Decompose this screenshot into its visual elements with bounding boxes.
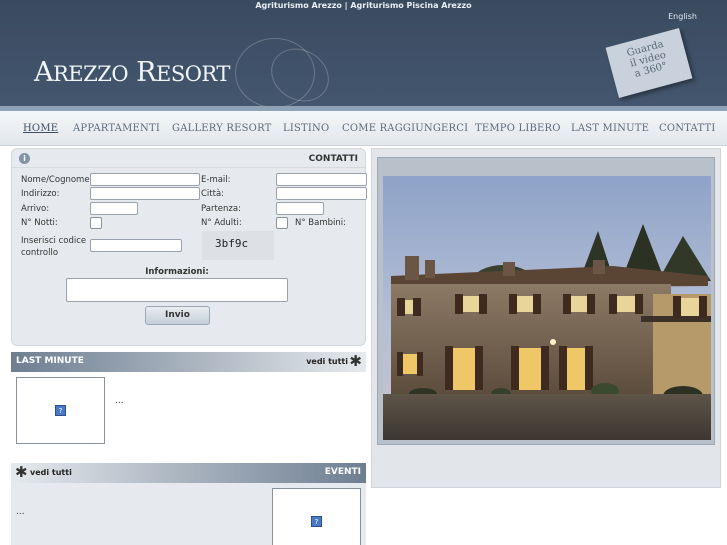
address-field[interactable] <box>90 187 200 200</box>
nav-last-minute[interactable]: LAST MINUTE <box>571 123 649 134</box>
nav-contatti[interactable]: CONTATTI <box>659 123 715 134</box>
children-label: N° Bambini: <box>295 218 346 228</box>
broken-image-icon: ? <box>55 405 66 416</box>
nav-home[interactable]: HOME <box>23 123 58 134</box>
nav-listino[interactable]: LISTINO <box>283 123 329 134</box>
nav-appartamenti[interactable]: APPARTAMENTI <box>73 123 160 134</box>
resort-photo[interactable] <box>383 176 711 440</box>
last-minute-view-all-link[interactable]: vedi tutti <box>306 357 348 366</box>
arrival-label: Arrivo: <box>21 204 50 214</box>
info-label: Informazioni: <box>145 267 209 277</box>
resort-photo-matte <box>377 157 715 445</box>
address-label: Indirizzo: <box>21 189 60 199</box>
nav-gallery-resort[interactable]: GALLERY RESORT <box>172 123 272 134</box>
departure-label: Partenza: <box>201 204 241 214</box>
contact-header: i CONTATTI <box>12 149 365 168</box>
send-button[interactable]: Invio <box>145 306 210 325</box>
info-textarea[interactable] <box>66 278 288 302</box>
events-header: ✱ vedi tutti EVENTI <box>11 463 366 483</box>
last-minute-thumbnail[interactable]: ? <box>16 377 105 444</box>
info-icon: i <box>19 153 30 164</box>
nights-label: N° Notti: <box>21 218 58 228</box>
city-field[interactable] <box>276 187 367 200</box>
captcha-label: Inserisci codice controllo <box>21 236 87 258</box>
site-header: Agriturismo Arezzo | Agriturismo Piscina… <box>0 0 727 111</box>
contact-title: CONTATTI <box>308 154 358 164</box>
resort-photo-frame <box>371 148 721 488</box>
events-thumbnail[interactable]: ? <box>272 488 361 545</box>
last-minute-content: ? ... <box>11 372 366 458</box>
events-view-all-link[interactable]: vedi tutti <box>30 468 72 477</box>
language-link-english[interactable]: English <box>668 12 697 21</box>
last-minute-text: ... <box>115 396 124 406</box>
nav-tempo-libero[interactable]: TEMPO LIBERO <box>475 123 561 134</box>
video-360-sticker[interactable]: Guarda il video a 360° <box>605 28 693 98</box>
email-label: E-mail: <box>201 175 231 185</box>
captcha-image: 3bf9c <box>202 231 274 260</box>
email-field[interactable] <box>276 173 367 186</box>
city-label: Città: <box>201 189 225 199</box>
events-text: ... <box>16 507 25 517</box>
nav-come-raggiungerci[interactable]: COME RAGGIUNGERCI <box>342 123 468 134</box>
main-nav: HOME APPARTAMENTI GALLERY RESORT LISTINO… <box>0 111 727 146</box>
arrival-field[interactable] <box>90 202 138 215</box>
events-content: ... ? <box>11 483 366 545</box>
top-tagline: Agriturismo Arezzo | Agriturismo Piscina… <box>255 1 472 10</box>
name-label: Nome/Cognome: <box>21 175 93 185</box>
contact-form-panel: i CONTATTI Nome/Cognome: E-mail: Indiriz… <box>11 148 367 346</box>
asterisk-icon: ✱ <box>15 463 28 481</box>
captcha-field[interactable] <box>90 239 182 252</box>
logo-arezzo-resort[interactable]: AREZZO RESORT <box>34 57 230 88</box>
departure-field[interactable] <box>276 202 324 215</box>
nights-field[interactable] <box>90 217 102 229</box>
last-minute-header: LAST MINUTE vedi tutti ✱ <box>11 352 366 372</box>
last-minute-title: LAST MINUTE <box>16 356 84 366</box>
broken-image-icon: ? <box>311 516 322 527</box>
events-title: EVENTI <box>324 467 361 477</box>
adults-label: N° Adulti: <box>201 218 242 228</box>
adults-field[interactable] <box>276 217 288 229</box>
name-field[interactable] <box>90 173 200 186</box>
asterisk-icon: ✱ <box>349 352 362 370</box>
